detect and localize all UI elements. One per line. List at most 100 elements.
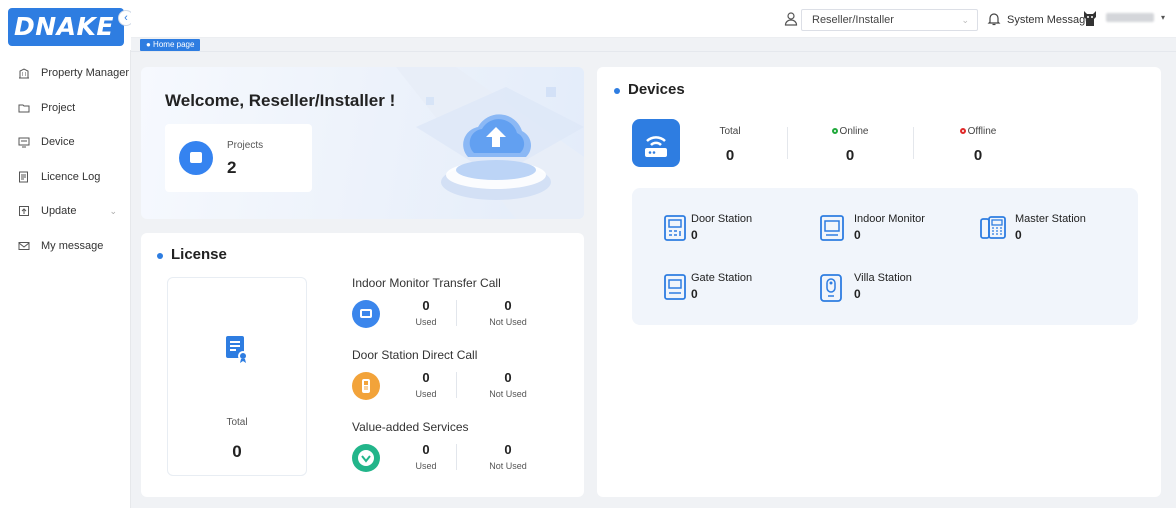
devices-total-stat: Total 0 [690, 126, 770, 164]
welcome-banner: Welcome, Reseller/Installer ! Projects 2 [141, 67, 584, 219]
brand-logo[interactable]: DNAKE [8, 8, 124, 46]
used-count: 0 [422, 370, 430, 385]
license-total-value: 0 [232, 442, 242, 461]
chevron-down-icon: ⌄ [961, 15, 969, 25]
sidebar: DNAKE ‹ Property Manager Project Device … [0, 0, 134, 508]
license-total-label: Total [226, 417, 248, 428]
gate-station-icon [664, 274, 686, 300]
bell-icon[interactable] [986, 11, 1002, 27]
used-label: Used [415, 389, 437, 399]
device-types-panel: Door Station 0 Indoor Monitor 0 Master S… [632, 188, 1138, 325]
devices-title: Devices [614, 81, 685, 98]
folder-icon [179, 141, 213, 175]
device-type-count: 0 [691, 228, 698, 242]
license-card: License Total 0 Indoor Monitor Transfer … [141, 233, 584, 497]
sidebar-item-label: Licence Log [41, 170, 101, 183]
sidebar-item-label: Device [41, 136, 75, 149]
not-used-count: 0 [504, 370, 512, 385]
divider [456, 300, 457, 326]
device-type-door-station[interactable]: Door Station 0 [664, 213, 814, 247]
license-group-value-added: Value-added Services 0 Used 0 Not Used [352, 420, 562, 480]
used-label: Used [415, 461, 437, 471]
device-type-indoor-monitor[interactable]: Indoor Monitor 0 [820, 213, 970, 247]
chevron-down-icon: ⌄ [109, 206, 117, 216]
divider [913, 127, 914, 159]
license-group-indoor-monitor: Indoor Monitor Transfer Call 0 Used 0 No… [352, 276, 562, 336]
sidebar-item-my-message[interactable]: My message [0, 229, 131, 264]
license-title: License [157, 246, 227, 263]
device-type-master-station[interactable]: Master Station 0 [980, 213, 1130, 247]
upload-icon [19, 206, 29, 217]
divider [456, 444, 457, 470]
device-type-name: Indoor Monitor [854, 213, 925, 225]
projects-card[interactable]: Projects 2 [165, 124, 312, 192]
device-type-count: 0 [1015, 228, 1022, 242]
not-used-count: 0 [504, 442, 512, 457]
not-used-label: Not Used [489, 317, 527, 327]
offline-status-icon [959, 128, 966, 134]
not-used-count: 0 [504, 298, 512, 313]
monitor-icon [352, 300, 380, 328]
devices-offline-value: 0 [973, 147, 983, 164]
sidebar-item-label: My message [41, 239, 104, 252]
username-blurred[interactable] [1106, 13, 1154, 22]
device-type-name: Door Station [691, 213, 753, 225]
system-message-link[interactable]: System Message [1007, 14, 1091, 26]
sidebar-item-project[interactable]: Project [0, 91, 131, 126]
device-type-name: Gate Station [691, 272, 753, 284]
sidebar-nav: Property Manager Project Device Licence … [0, 56, 131, 263]
license-group-door-station: Door Station Direct Call 0 Used 0 Not Us… [352, 348, 562, 408]
device-type-count: 0 [691, 287, 698, 301]
license-group-title: Indoor Monitor Transfer Call [352, 276, 501, 290]
mail-icon [18, 241, 30, 250]
devices-total-label: Total [719, 126, 741, 137]
device-type-gate-station[interactable]: Gate Station 0 [664, 272, 814, 306]
log-icon [19, 171, 28, 183]
projects-label: Projects [227, 140, 264, 151]
sidebar-item-label: Update [41, 205, 77, 218]
role-select[interactable]: Reseller/Installer ⌄ [801, 9, 978, 31]
license-document-icon [226, 336, 248, 363]
breadcrumb-divider [131, 51, 1176, 52]
devices-online-stat: Online 0 [810, 126, 890, 164]
chevron-down-icon[interactable]: ▾ [1161, 13, 1165, 22]
router-icon [632, 119, 680, 167]
projects-count: 2 [227, 158, 237, 177]
sidebar-item-label: Project [41, 101, 76, 114]
indoor-monitor-icon [820, 215, 844, 241]
online-status-icon [831, 128, 838, 134]
logo-area: DNAKE ‹ [0, 0, 134, 50]
devices-offline-stat: Offline 0 [938, 126, 1018, 164]
door-station-icon [352, 372, 380, 400]
cloud-illustration-icon [396, 67, 584, 219]
license-group-title: Door Station Direct Call [352, 348, 478, 362]
used-count: 0 [422, 298, 430, 313]
role-select-value: Reseller/Installer [812, 14, 894, 26]
sidebar-item-update[interactable]: Update ⌄ [0, 194, 131, 229]
breadcrumb-home-tab[interactable]: ● Home page [140, 39, 201, 51]
devices-online-value: 0 [845, 147, 855, 164]
sidebar-item-property-manager[interactable]: Property Manager [0, 56, 131, 91]
device-type-count: 0 [854, 228, 861, 242]
used-count: 0 [422, 442, 430, 457]
device-type-name: Villa Station [854, 272, 912, 284]
welcome-title: Welcome, Reseller/Installer ! [165, 91, 396, 110]
used-label: Used [415, 317, 437, 327]
sidebar-item-device[interactable]: Device [0, 125, 131, 160]
avatar[interactable] [1080, 9, 1100, 29]
sidebar-item-label: Property Manager [41, 67, 130, 80]
sidebar-item-licence-log[interactable]: Licence Log [0, 160, 131, 195]
building-icon [19, 68, 29, 79]
monitor-icon [18, 137, 30, 148]
license-total-card: Total 0 [167, 277, 307, 476]
door-station-icon [664, 215, 686, 241]
devices-total-value: 0 [725, 147, 735, 164]
devices-offline-label: Offline [967, 126, 997, 137]
device-type-villa-station[interactable]: Villa Station 0 [820, 272, 970, 306]
folder-icon [18, 104, 30, 113]
devices-card: Devices Total 0 Online 0 Offline 0 Door … [597, 67, 1161, 497]
diamond-icon [352, 444, 380, 472]
top-bar: Reseller/Installer ⌄ System Message ▾ [131, 0, 1176, 38]
license-group-title: Value-added Services [352, 420, 469, 434]
divider [456, 372, 457, 398]
